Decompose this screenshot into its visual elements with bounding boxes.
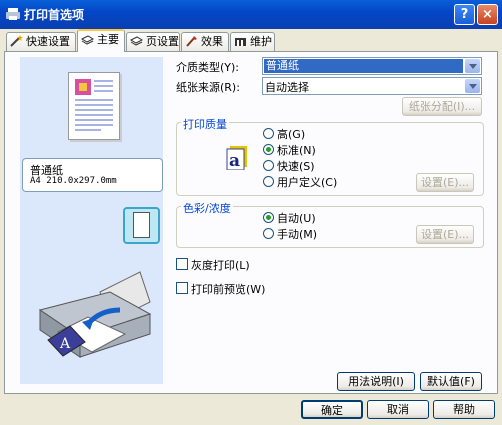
wand-icon — [10, 35, 23, 47]
grayscale-checkbox[interactable] — [176, 258, 188, 270]
media-type-value: 普通纸 — [264, 59, 463, 73]
tab-label: 主要 — [97, 33, 119, 46]
title-help-button[interactable]: ? — [454, 4, 475, 25]
brush-icon — [185, 35, 198, 47]
quality-fast-label: 快速(S) — [277, 160, 315, 173]
paper-allocation-button[interactable]: 纸张分配(I)... — [402, 97, 482, 116]
chevron-down-icon[interactable] — [465, 79, 480, 93]
title-close-button[interactable]: × — [477, 4, 498, 25]
color-settings-button[interactable]: 设置(E)... — [416, 225, 474, 244]
media-type-label: 介质类型(Y): — [176, 61, 240, 74]
print-quality-icon: a — [226, 146, 248, 171]
paper-stack-icon — [80, 33, 95, 45]
help-button[interactable]: 帮助 — [433, 400, 495, 419]
portrait-page-icon — [133, 212, 150, 238]
quality-standard-radio[interactable] — [263, 144, 274, 155]
paper-source-value: 自动选择 — [265, 81, 309, 94]
svg-text:A: A — [59, 336, 71, 352]
grayscale-label: 灰度打印(L) — [191, 259, 250, 272]
color-manual-label: 手动(M) — [277, 228, 318, 241]
media-type-select[interactable]: 普通纸 — [262, 57, 482, 75]
preview-before-print-label: 打印前预览(W) — [191, 283, 266, 296]
color-auto-label: 自动(U) — [277, 212, 316, 225]
ok-button[interactable]: 确定 — [301, 400, 363, 419]
tab-maintenance[interactable]: 维护 — [230, 32, 275, 51]
tab-label: 页设置 — [146, 35, 179, 48]
defaults-button[interactable]: 默认值(F) — [420, 372, 482, 391]
color-intensity-title: 色彩/浓度 — [181, 200, 233, 216]
color-manual-radio[interactable] — [263, 228, 274, 239]
document-preview-thumbnail — [68, 72, 120, 140]
print-quality-title: 打印质量 — [181, 116, 229, 132]
cancel-button[interactable]: 取消 — [367, 400, 429, 419]
quality-standard-label: 标准(N) — [277, 144, 316, 157]
chevron-down-icon[interactable] — [465, 59, 480, 73]
quality-high-label: 高(G) — [277, 128, 306, 141]
quality-high-radio[interactable] — [263, 128, 274, 139]
window-title: 打印首选项 — [24, 8, 85, 22]
printer-illustration: A — [30, 262, 158, 362]
quality-custom-radio[interactable] — [263, 176, 274, 187]
printer-icon — [6, 7, 20, 21]
color-auto-radio[interactable] — [263, 212, 274, 223]
preview-media-size: A4 210.0x297.0mm — [30, 176, 117, 186]
tab-effects[interactable]: 效果 — [181, 32, 229, 51]
svg-text:a: a — [229, 151, 240, 170]
paper-source-select[interactable]: 自动选择 — [262, 77, 482, 95]
tab-quick-setup[interactable]: 快速设置 — [6, 32, 76, 51]
paper-stack-icon — [129, 35, 144, 47]
quality-fast-radio[interactable] — [263, 160, 274, 171]
preview-before-print-checkbox[interactable] — [176, 282, 188, 294]
quality-settings-button[interactable]: 设置(E)... — [416, 173, 474, 192]
tab-label: 效果 — [201, 35, 223, 48]
toolbox-icon — [234, 35, 247, 47]
tab-page-setup[interactable]: 页设置 — [126, 32, 180, 51]
tab-label: 维护 — [250, 35, 272, 48]
tab-main[interactable]: 主要 — [77, 29, 125, 52]
tab-label: 快速设置 — [26, 35, 70, 48]
instructions-button[interactable]: 用法说明(I) — [337, 372, 415, 391]
quality-custom-label: 用户定义(C) — [277, 176, 338, 189]
paper-source-label: 纸张来源(R): — [176, 81, 240, 94]
